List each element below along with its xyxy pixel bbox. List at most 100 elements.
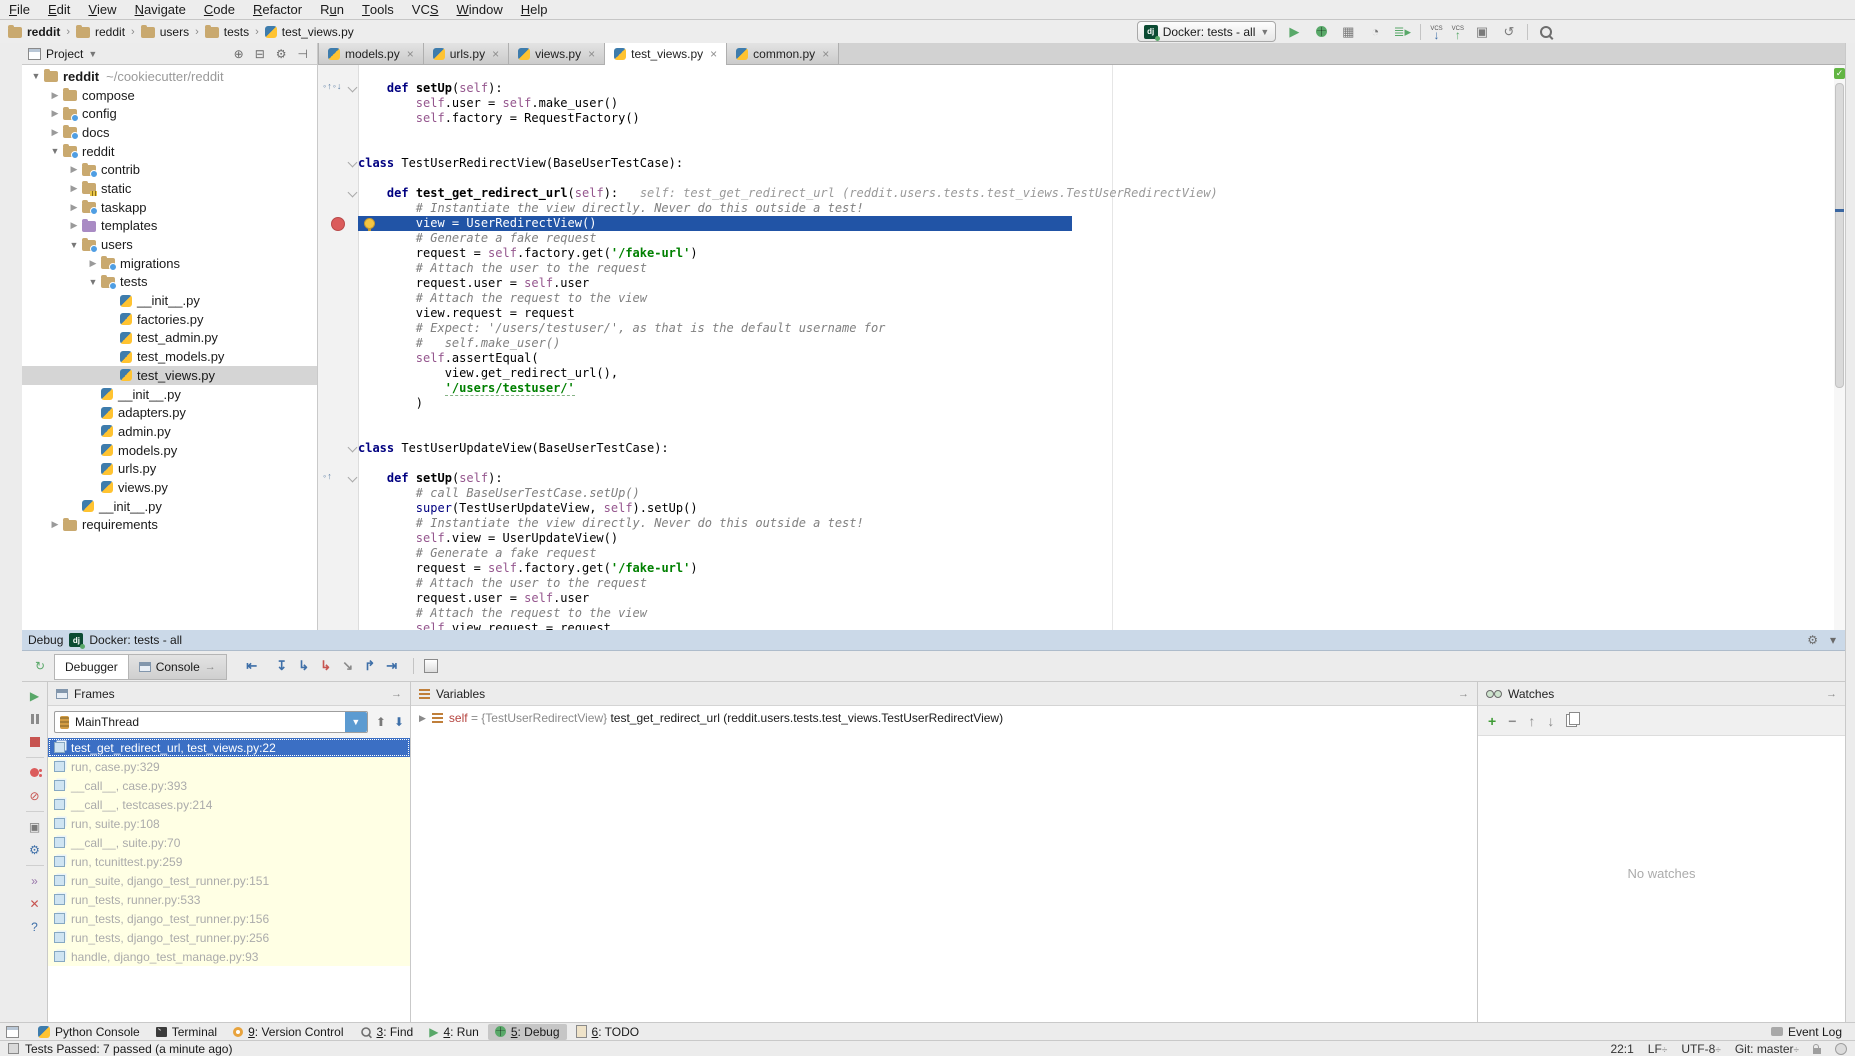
tree-expand-arrow[interactable]: ▼ <box>28 71 44 81</box>
tool-window-button-terminal[interactable]: Terminal <box>149 1024 224 1040</box>
scrollbar-thumb[interactable] <box>1835 83 1844 388</box>
frame-row[interactable]: run_suite, django_test_runner.py:151 <box>48 871 410 890</box>
tree-item-admin-py[interactable]: admin.py <box>22 422 317 441</box>
breadcrumb-item[interactable]: reddit <box>76 25 125 39</box>
tab-common-py[interactable]: common.py× <box>727 43 839 64</box>
close-icon[interactable]: × <box>490 47 499 61</box>
profiler-button[interactable]: ◔ <box>1366 23 1384 41</box>
tree-expand-arrow[interactable]: ▼ <box>47 146 63 156</box>
tree-item-tests[interactable]: ▼tests <box>22 273 317 292</box>
tab-test_views-py[interactable]: test_views.py× <box>605 43 727 65</box>
hide-window-button[interactable]: ▾ <box>1827 633 1839 647</box>
fold-marker[interactable] <box>348 443 358 453</box>
frame-row[interactable]: run, tcunittest.py:259 <box>48 852 410 871</box>
breadcrumb-item[interactable]: tests <box>205 25 249 39</box>
breadcrumb-item[interactable]: test_views.py <box>265 25 354 39</box>
add-watch-button[interactable]: + <box>1488 713 1496 729</box>
show-python-prompt-button[interactable]: » <box>27 873 43 889</box>
tab-urls-py[interactable]: urls.py× <box>424 43 509 64</box>
help-button[interactable]: ? <box>27 919 43 935</box>
step-into-button[interactable]: ↳ <box>293 658 315 674</box>
close-icon[interactable]: × <box>586 47 595 61</box>
tree-item-users[interactable]: ▼users <box>22 235 317 254</box>
frame-row[interactable]: __call__, case.py:393 <box>48 776 410 795</box>
editor-scrollbar[interactable]: ✓ <box>1834 65 1845 630</box>
debug-tab-debugger[interactable]: Debugger <box>54 654 129 680</box>
tree-item-adapters-py[interactable]: adapters.py <box>22 403 317 422</box>
menu-item-vcs[interactable]: VCS <box>403 0 448 19</box>
tree-expand-arrow[interactable]: ▶ <box>66 164 82 175</box>
recent-changes-button[interactable]: ▣ <box>1473 23 1491 41</box>
tree-expand-arrow[interactable]: ▶ <box>66 202 82 213</box>
tree-expand-arrow[interactable]: ▶ <box>47 108 63 119</box>
float-panel-icon[interactable]: → <box>1826 688 1837 700</box>
tree-item--init-py[interactable]: __init__.py <box>22 497 317 516</box>
resume-button[interactable]: ▶ <box>27 688 43 704</box>
breadcrumb-item[interactable]: users <box>141 25 189 39</box>
float-panel-icon[interactable]: → <box>1458 688 1469 700</box>
frame-row[interactable]: __call__, suite.py:70 <box>48 833 410 852</box>
hector-inspection-icon[interactable] <box>1835 1043 1847 1055</box>
gear-icon[interactable]: ⚙ <box>273 47 290 61</box>
debug-tab-console[interactable]: Console→ <box>129 654 227 680</box>
tree-item-docs[interactable]: ▶docs <box>22 123 317 142</box>
tree-item-static[interactable]: ▶static <box>22 179 317 198</box>
run-configuration-select[interactable]: dj Docker: tests - all ▼ <box>1137 21 1277 42</box>
step-into-my-code-button[interactable]: ↘ <box>337 658 359 674</box>
gear-icon[interactable]: ⚙ <box>1804 633 1821 647</box>
chevron-down-icon[interactable]: ▼ <box>345 712 367 732</box>
restore-layout-button[interactable]: ▣ <box>27 819 43 835</box>
fold-marker[interactable] <box>348 83 358 93</box>
search-everywhere-button[interactable] <box>1537 23 1555 41</box>
editor-gutter[interactable]: ◦↑◦↓◦↑ <box>318 65 359 630</box>
breakpoint-icon[interactable] <box>331 217 345 231</box>
close-icon[interactable]: × <box>405 47 414 61</box>
chevron-down-icon[interactable]: ▼ <box>88 49 97 59</box>
pause-button[interactable] <box>27 711 43 727</box>
tool-window-button-6-todo[interactable]: 6: TODO <box>569 1024 647 1040</box>
tree-expand-arrow[interactable]: ▼ <box>66 240 82 250</box>
frame-row[interactable]: run, case.py:329 <box>48 757 410 776</box>
tree-expand-arrow[interactable]: ▼ <box>85 277 101 287</box>
tree-expand-arrow[interactable]: ▶ <box>47 519 63 530</box>
vcs-update-button[interactable]: VCS↓ <box>1430 26 1442 38</box>
next-frame-button[interactable]: ⬇ <box>394 715 404 729</box>
project-panel-title[interactable]: Project <box>46 47 83 61</box>
tree-item-test-admin-py[interactable]: test_admin.py <box>22 329 317 348</box>
tree-item-reddit[interactable]: ▼reddit~/cookiecutter/reddit <box>22 67 317 86</box>
tree-item--init-py[interactable]: __init__.py <box>22 291 317 310</box>
tree-expand-arrow[interactable]: ▶ <box>47 90 63 101</box>
stop-button[interactable] <box>27 734 43 750</box>
close-icon[interactable]: × <box>820 47 829 61</box>
line-separator-indicator[interactable]: LF÷ <box>1648 1042 1668 1056</box>
thread-select[interactable]: MainThread ▼ <box>54 711 368 733</box>
vcs-commit-button[interactable]: VCS↑ <box>1452 26 1464 38</box>
tree-item-taskapp[interactable]: ▶taskapp <box>22 198 317 217</box>
tool-window-button-event-log[interactable]: Event Log <box>1764 1024 1849 1040</box>
status-message[interactable]: Tests Passed: 7 passed (a minute ago) <box>25 1042 232 1056</box>
encoding-indicator[interactable]: UTF-8÷ <box>1681 1042 1721 1056</box>
tree-expand-arrow[interactable]: ▶ <box>85 258 101 269</box>
step-over-button[interactable]: ↧ <box>271 658 293 674</box>
move-watch-down-button[interactable]: ↓ <box>1547 713 1554 729</box>
run-to-cursor-button[interactable]: ⇥ <box>381 658 403 674</box>
intention-bulb-icon[interactable] <box>364 218 375 229</box>
menu-item-navigate[interactable]: Navigate <box>126 0 195 19</box>
menu-item-edit[interactable]: Edit <box>39 0 79 19</box>
frame-row[interactable]: run_tests, django_test_runner.py:256 <box>48 928 410 947</box>
settings-gear-icon[interactable]: ⚙ <box>27 842 43 858</box>
rerun-button[interactable]: ↻ <box>32 658 48 674</box>
fold-marker[interactable] <box>348 473 358 483</box>
frame-row-selected[interactable]: test_get_redirect_url, test_views.py:22 <box>48 738 410 757</box>
panel-divider[interactable] <box>1477 682 1478 1022</box>
close-icon[interactable]: × <box>708 47 717 61</box>
breadcrumb-item[interactable]: reddit <box>8 25 60 39</box>
tab-views-py[interactable]: views.py× <box>509 43 605 64</box>
tool-stripe-button[interactable]: 7: Structure <box>0 138 22 208</box>
tree-item--init-py[interactable]: __init__.py <box>22 385 317 404</box>
tool-window-button-9-version-control[interactable]: 9: Version Control <box>226 1024 350 1040</box>
code-area[interactable]: def setUp(self): self.user = self.make_u… <box>358 65 1823 630</box>
menu-item-refactor[interactable]: Refactor <box>244 0 311 19</box>
panel-divider[interactable] <box>410 682 411 1022</box>
step-out-button[interactable]: ↱ <box>359 658 381 674</box>
